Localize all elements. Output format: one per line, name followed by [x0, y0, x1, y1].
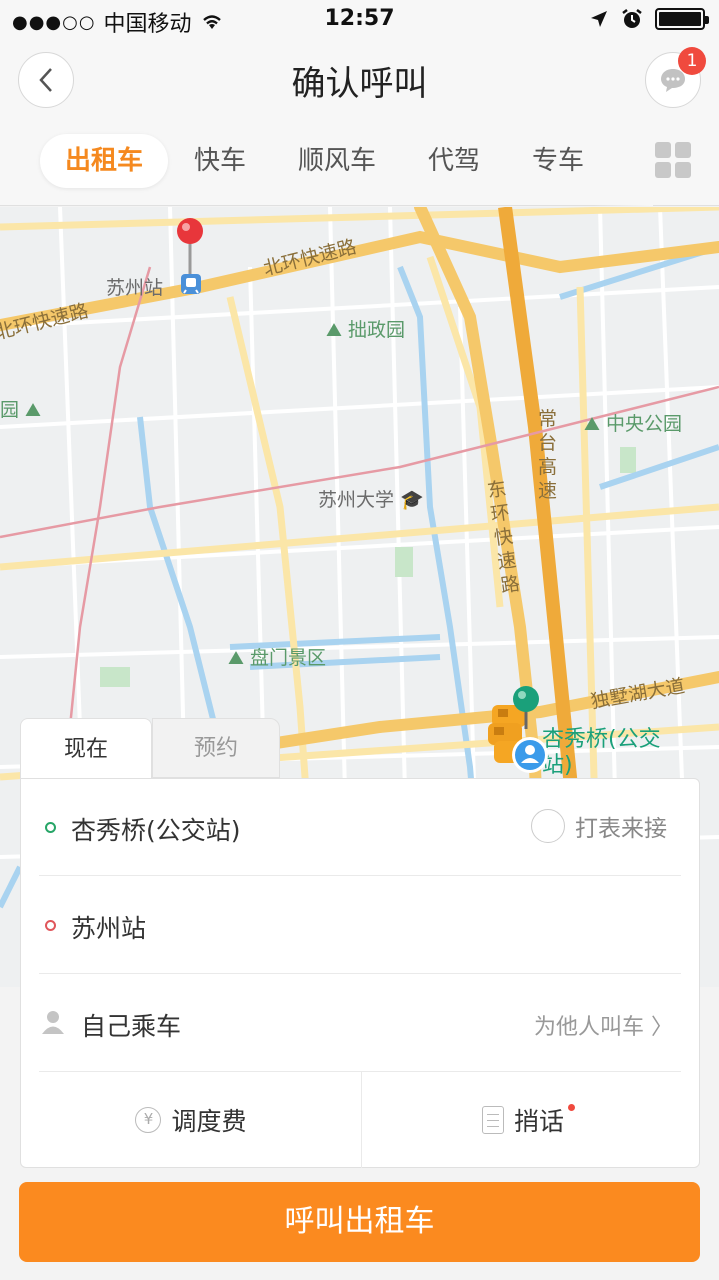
service-tabs: 出租车 快车 顺风车 代驾 专车 — [0, 120, 719, 206]
station-icon — [181, 274, 201, 294]
origin-row[interactable]: 杏秀桥(公交站) 打表来接 — [39, 779, 681, 876]
location-arrow-icon — [591, 11, 607, 27]
message-driver-label: 捎话 — [513, 1106, 564, 1136]
tab-designated-driver[interactable]: 代驾 — [414, 134, 494, 188]
alarm-icon — [622, 9, 642, 28]
tab-express[interactable]: 快车 — [180, 134, 260, 188]
time-tabs: 现在 预约 — [20, 718, 280, 780]
meter-label: 打表来接 — [575, 816, 667, 842]
map-label-suzhou-station: 苏州站 — [106, 277, 164, 299]
map-label-suzhou-university: 苏州大学 🎓 — [318, 489, 424, 511]
tabs-fade — [593, 120, 653, 206]
destination-address: 苏州站 — [71, 914, 147, 943]
user-location-icon — [512, 737, 548, 773]
passenger-label: 自己乘车 — [81, 1012, 182, 1041]
origin-address: 杏秀桥(公交站) — [71, 816, 241, 845]
call-taxi-button[interactable]: 呼叫出租车 — [19, 1182, 700, 1262]
passenger-row[interactable]: 自己乘车 为他人叫车 〉 — [39, 975, 681, 1072]
tab-reserve[interactable]: 预约 — [152, 718, 280, 778]
map-label-central-park: ⛰ 中央公园 — [584, 413, 683, 435]
map-label-garden: 园 ⛰ — [0, 399, 42, 421]
tab-now[interactable]: 现在 — [20, 718, 152, 780]
dispatch-fee-label: 调度费 — [171, 1106, 247, 1136]
tab-taxi[interactable]: 出租车 — [40, 134, 168, 188]
map-label-changtai-highway: 常台高速 — [538, 408, 558, 502]
meter-pickup-toggle[interactable]: 打表来接 — [531, 809, 667, 843]
nav-bar: 确认呼叫 1 — [0, 40, 719, 120]
tab-premier[interactable]: 专车 — [518, 134, 598, 188]
notification-badge: 1 — [678, 47, 706, 75]
message-button[interactable]: 1 — [645, 47, 706, 108]
map-label-panmen: ⛰ 盘门景区 — [228, 647, 327, 669]
dispatch-fee-button[interactable]: ¥ 调度费 — [21, 1071, 361, 1168]
status-bar: ●●●○○ 中国移动 12:57 — [0, 0, 719, 40]
map-label-pickup: 杏秀桥(公交站) — [542, 727, 661, 778]
person-icon — [42, 1011, 64, 1034]
yen-icon: ¥ — [135, 1106, 162, 1133]
note-icon — [481, 1105, 504, 1134]
message-driver-button[interactable]: 捎话 — [362, 1071, 701, 1168]
booking-card: 杏秀桥(公交站) 打表来接 苏州站 自己乘车 为他人叫车 〉 ¥ 调度费 捎话 — [20, 778, 700, 1168]
more-services-icon[interactable] — [655, 142, 691, 178]
new-dot-indicator — [568, 1104, 575, 1111]
destination-dot-icon — [45, 920, 56, 931]
meter-checkbox[interactable] — [531, 809, 565, 843]
call-for-others-link[interactable]: 为他人叫车 〉 — [534, 1009, 673, 1041]
origin-pin-icon — [513, 686, 539, 729]
destination-row[interactable]: 苏州站 — [39, 877, 681, 974]
origin-dot-icon — [45, 822, 56, 833]
battery-icon — [655, 8, 709, 30]
page-title: 确认呼叫 — [291, 64, 428, 104]
tab-hitch[interactable]: 顺风车 — [290, 134, 384, 188]
map-label-zhuozheng-garden: ⛰ 拙政园 — [326, 319, 406, 341]
